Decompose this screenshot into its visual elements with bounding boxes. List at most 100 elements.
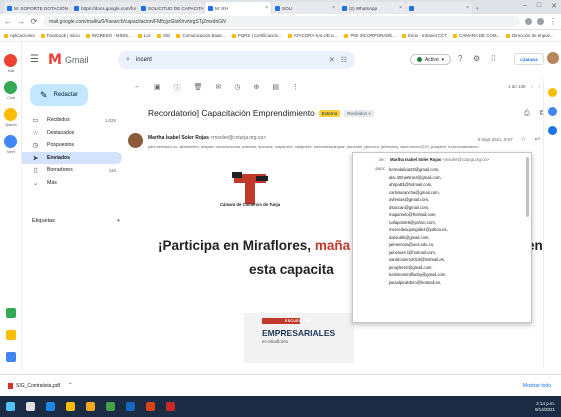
- recipient-item[interactable]: jenaylerez@gmail.com,: [389, 264, 448, 272]
- nav-item[interactable]: ◷ Pospuestos: [22, 139, 122, 151]
- system-tray[interactable]: 2:14 p.m. 9/14/2021: [535, 401, 555, 413]
- recipient-item[interactable]: carlosarancha@gmail.com,: [389, 189, 448, 197]
- report-spam-icon[interactable]: ⓘ: [174, 83, 181, 93]
- browser-tab[interactable]: ×: [406, 2, 472, 14]
- add-task-icon[interactable]: ⊕: [254, 83, 260, 93]
- bookmark-item[interactable]: Dirección de Impue...: [506, 33, 554, 38]
- close-tab-icon[interactable]: ×: [265, 5, 268, 11]
- nav-item[interactable]: ▯ Borradores 115: [22, 164, 122, 176]
- bookmark-item[interactable]: INGRESO - MINIS...: [85, 33, 132, 38]
- extension-icon[interactable]: [525, 18, 532, 25]
- bookmark-item[interactable]: Loc: [137, 33, 151, 38]
- bookmark-item[interactable]: ATACORA SALUD IL...: [287, 33, 338, 38]
- show-all-downloads-link[interactable]: Mostrar todo: [523, 383, 551, 389]
- mark-unread-icon[interactable]: ✉: [216, 83, 222, 93]
- reply-icon[interactable]: ↩: [535, 135, 540, 143]
- recipient-item[interactable]: avfenias@gmail.com,: [389, 196, 448, 204]
- more-icon[interactable]: ⋮: [292, 83, 299, 93]
- minimize-button[interactable]: –: [523, 2, 527, 10]
- recipient-item[interactable]: jsesalpicaldero@hotmail.es,: [389, 279, 448, 287]
- delete-icon[interactable]: 🗑: [194, 83, 203, 93]
- avatar[interactable]: [547, 52, 559, 64]
- recipient-item[interactable]: nafaponte9@yahoo.com,: [389, 219, 448, 227]
- next-page-icon[interactable]: ›: [539, 84, 541, 89]
- bookmark-item[interactable]: Facebook | Inicio: [40, 33, 80, 38]
- nav-item[interactable]: ▭ Recibidos 1.025: [22, 114, 122, 126]
- browser-tab[interactable]: SOLI ×: [272, 2, 338, 14]
- chat-icon[interactable]: [6, 308, 16, 318]
- account-org-badge[interactable]: CÁMARA: [514, 53, 544, 65]
- browser-tab[interactable]: M: RH ×: [205, 2, 271, 14]
- move-to-icon[interactable]: ▤: [272, 83, 279, 93]
- close-window-button[interactable]: ✕: [551, 2, 557, 10]
- clear-search-icon[interactable]: ✕: [329, 56, 335, 64]
- inbox-label-chip[interactable]: Recibidos ×: [344, 109, 374, 117]
- search-icon[interactable]: [26, 402, 35, 411]
- gmail-logo[interactable]: M Gmail: [48, 52, 88, 68]
- search-icon[interactable]: ⌕: [126, 56, 130, 64]
- recipient-item[interactable]: bernalalicia33@gmail.com,: [389, 166, 448, 174]
- calendar-icon[interactable]: [548, 88, 557, 97]
- bookmark-item[interactable]: PMI INCORPORADE...: [344, 33, 396, 38]
- search-options-icon[interactable]: ☷: [341, 56, 347, 64]
- print-icon[interactable]: ⎙: [524, 110, 530, 118]
- address-bar[interactable]: mail.google.com/mail/u/0/#search/capacit…: [43, 16, 520, 27]
- apps-grid-icon[interactable]: ⁞⁞: [491, 54, 495, 63]
- nav-item[interactable]: ⌄ Más: [22, 177, 122, 189]
- rail-spaces-icon[interactable]: [4, 108, 17, 121]
- recipient-item[interactable]: daroulds@gmail.com,: [389, 234, 448, 242]
- browser-menu-icon[interactable]: ⋮: [549, 17, 557, 26]
- nav-item[interactable]: ➤ Enviados: [22, 151, 122, 164]
- recipient-item[interactable]: ahrpa83@hotmail.com,: [389, 181, 448, 189]
- recipients-line[interactable]: para bernala.k.ko, alcidesmtm, ahepa6, c…: [148, 145, 518, 149]
- prev-page-icon[interactable]: ‹: [532, 84, 534, 89]
- files-icon[interactable]: [86, 402, 95, 411]
- keep-icon[interactable]: [548, 107, 557, 116]
- recipient-item[interactable]: jainesure.l@hotmail.com,: [389, 249, 448, 257]
- forward-icon[interactable]: →: [17, 17, 25, 26]
- rail-chat-icon[interactable]: [4, 81, 17, 94]
- browser-tab[interactable]: (2) WhatsApp ×: [339, 2, 405, 14]
- start-icon[interactable]: [6, 402, 15, 411]
- rail-mail-icon[interactable]: [4, 54, 17, 67]
- add-label-button[interactable]: +: [117, 218, 120, 224]
- close-tab-icon[interactable]: ×: [466, 5, 469, 11]
- back-icon[interactable]: ←: [4, 17, 12, 26]
- tasks-icon[interactable]: [548, 126, 557, 135]
- maximize-button[interactable]: □: [537, 2, 541, 10]
- bookmark-item[interactable]: SIG: [156, 33, 170, 38]
- back-arrow-icon[interactable]: ←: [134, 83, 141, 93]
- recipient-item[interactable]: turismomiraflodoy@gmail.com,: [389, 271, 448, 279]
- archive-icon[interactable]: ▣: [154, 83, 161, 93]
- new-tab-button[interactable]: +: [473, 2, 482, 14]
- photos-icon[interactable]: [106, 402, 115, 411]
- bookmark-item[interactable]: CÁMARA DE COM...: [453, 33, 500, 38]
- rail-meet-icon[interactable]: [4, 135, 17, 148]
- recipient-item[interactable]: jaimemora@ucs.edu.co,: [389, 241, 448, 249]
- status-chip[interactable]: Activo ▾: [410, 54, 452, 65]
- edge-icon[interactable]: [46, 402, 55, 411]
- browser-tab[interactable]: M: SOPORTE DOTACIÓN - Chat×: [4, 2, 70, 14]
- app-icon[interactable]: [166, 402, 175, 411]
- reload-icon[interactable]: ⟳: [30, 17, 38, 26]
- bookmark-item[interactable]: Inicio - Intranet CCT: [401, 33, 447, 38]
- recipient-item[interactable]: mercedesquingalez@yahoo.es,: [389, 226, 448, 234]
- nav-item[interactable]: ☆ Destacados: [22, 127, 122, 139]
- bookmark-item[interactable]: PQRS | Certificación...: [231, 33, 282, 38]
- main-menu-icon[interactable]: ☰: [30, 54, 39, 65]
- word-icon[interactable]: [126, 402, 135, 411]
- close-tab-icon[interactable]: ×: [332, 5, 335, 11]
- compose-button[interactable]: ✎ Redactar: [30, 84, 88, 106]
- recipient-item[interactable]: mapamelo@hotmail.com,: [389, 211, 448, 219]
- meet-icon[interactable]: [6, 352, 16, 362]
- sender-avatar[interactable]: [128, 133, 143, 148]
- bookmark-item[interactable]: Comunicación Basic...: [176, 33, 226, 38]
- from-name[interactable]: Martha Isabel Soler Rojas: [390, 157, 441, 162]
- profile-icon[interactable]: [537, 18, 544, 25]
- star-icon[interactable]: ☆: [521, 135, 527, 143]
- recipient-item[interactable]: dsaccan@gmail.com,: [389, 204, 448, 212]
- popup-scrollbar[interactable]: [526, 157, 529, 217]
- chevron-up-icon[interactable]: ⌃: [68, 382, 73, 389]
- chrome-icon[interactable]: [66, 402, 75, 411]
- recipient-item[interactable]: alci.40martinez@gmail.com,: [389, 174, 448, 182]
